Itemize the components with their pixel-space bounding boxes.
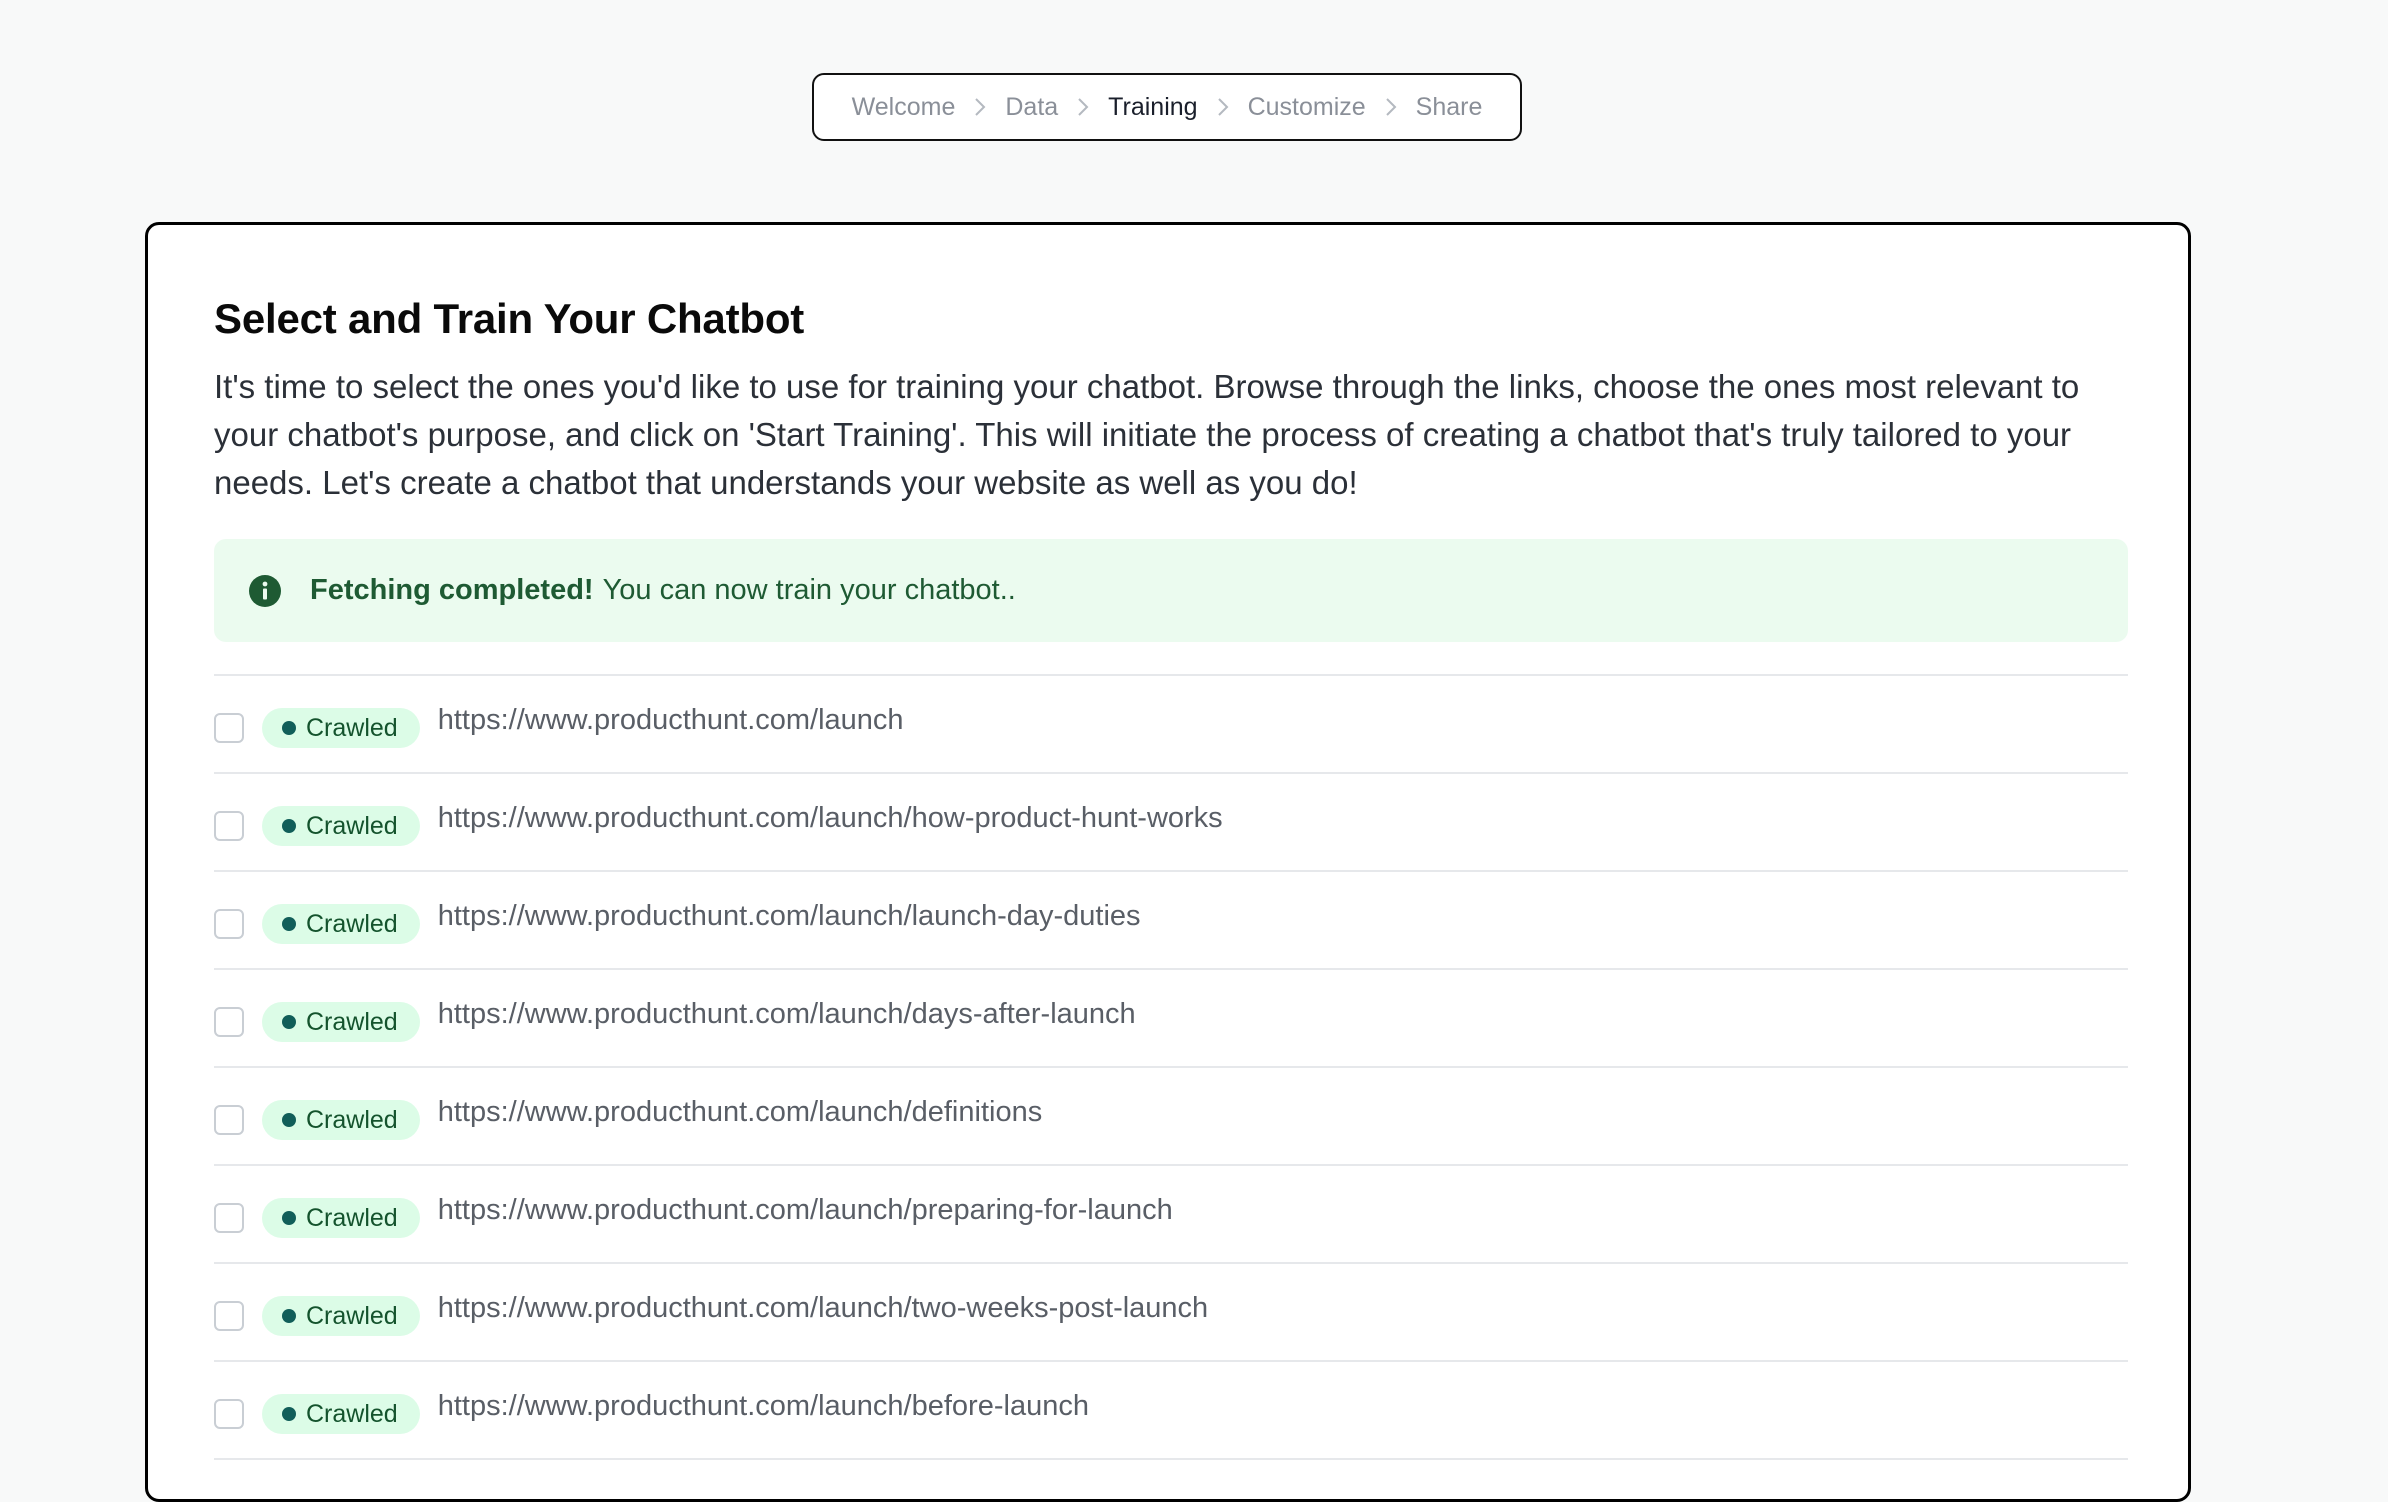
- status-label: Crawled: [306, 1399, 398, 1428]
- link-checkbox[interactable]: [214, 1105, 244, 1135]
- status-dot-icon: [282, 1309, 296, 1323]
- alert-message: You can now train your chatbot..: [602, 574, 1016, 606]
- link-checkbox[interactable]: [214, 1007, 244, 1037]
- step-training[interactable]: Training: [1106, 93, 1199, 122]
- link-url[interactable]: https://www.producthunt.com/launch: [438, 704, 904, 737]
- step-data[interactable]: Data: [1003, 93, 1060, 122]
- page-description: It's time to select the ones you'd like …: [214, 368, 2080, 501]
- link-url[interactable]: https://www.producthunt.com/launch/two-w…: [438, 1292, 1208, 1325]
- link-checkbox[interactable]: [214, 713, 244, 743]
- link-checkbox[interactable]: [214, 1203, 244, 1233]
- link-url[interactable]: https://www.producthunt.com/launch/prepa…: [438, 1194, 1173, 1227]
- chevron-right-icon: [969, 96, 991, 118]
- list-item[interactable]: Crawled https://www.producthunt.com/laun…: [214, 872, 2128, 970]
- chevron-right-icon: [1380, 96, 1402, 118]
- status-label: Crawled: [306, 811, 398, 840]
- link-checkbox[interactable]: [214, 811, 244, 841]
- link-url[interactable]: https://www.producthunt.com/launch/launc…: [438, 900, 1141, 933]
- link-checkbox[interactable]: [214, 909, 244, 939]
- alert-title: Fetching completed!: [310, 574, 594, 606]
- list-item[interactable]: Crawled https://www.producthunt.com/laun…: [214, 1068, 2128, 1166]
- status-label: Crawled: [306, 713, 398, 742]
- step-share[interactable]: Share: [1414, 93, 1485, 122]
- info-icon: [248, 574, 282, 608]
- link-checkbox[interactable]: [214, 1399, 244, 1429]
- status-badge: Crawled: [262, 904, 420, 944]
- status-label: Crawled: [306, 1301, 398, 1330]
- chevron-right-icon: [1072, 96, 1094, 118]
- step-welcome[interactable]: Welcome: [850, 93, 958, 122]
- link-url[interactable]: https://www.producthunt.com/launch/defin…: [438, 1096, 1043, 1129]
- status-dot-icon: [282, 721, 296, 735]
- fetch-status-alert: Fetching completed! You can now train yo…: [214, 539, 2128, 642]
- status-badge: Crawled: [262, 1296, 420, 1336]
- progress-stepper: Welcome Data Training Customize Share: [812, 73, 1522, 141]
- link-url[interactable]: https://www.producthunt.com/launch/how-p…: [438, 802, 1223, 835]
- link-list: Crawled https://www.producthunt.com/laun…: [214, 674, 2128, 1460]
- list-item[interactable]: Crawled https://www.producthunt.com/laun…: [214, 676, 2128, 774]
- link-url[interactable]: https://www.producthunt.com/launch/befor…: [438, 1390, 1089, 1423]
- status-badge: Crawled: [262, 1198, 420, 1238]
- page-title: Select and Train Your Chatbot: [214, 295, 805, 342]
- status-badge: Crawled: [262, 806, 420, 846]
- status-badge: Crawled: [262, 708, 420, 748]
- list-item[interactable]: Crawled https://www.producthunt.com/laun…: [214, 1264, 2128, 1362]
- list-item[interactable]: Crawled https://www.producthunt.com/laun…: [214, 1166, 2128, 1264]
- status-label: Crawled: [306, 1105, 398, 1134]
- list-item[interactable]: Crawled https://www.producthunt.com/laun…: [214, 774, 2128, 872]
- status-dot-icon: [282, 1015, 296, 1029]
- status-dot-icon: [282, 1407, 296, 1421]
- status-badge: Crawled: [262, 1002, 420, 1042]
- status-label: Crawled: [306, 1203, 398, 1232]
- step-customize[interactable]: Customize: [1246, 93, 1368, 122]
- list-item[interactable]: Crawled https://www.producthunt.com/laun…: [214, 970, 2128, 1068]
- status-badge: Crawled: [262, 1100, 420, 1140]
- status-dot-icon: [282, 819, 296, 833]
- link-checkbox[interactable]: [214, 1301, 244, 1331]
- status-badge: Crawled: [262, 1394, 420, 1434]
- status-dot-icon: [282, 917, 296, 931]
- status-dot-icon: [282, 1211, 296, 1225]
- link-url[interactable]: https://www.producthunt.com/launch/days-…: [438, 998, 1136, 1031]
- training-card: Select and Train Your Chatbot It's time …: [145, 222, 2191, 1502]
- list-item[interactable]: Crawled https://www.producthunt.com/laun…: [214, 1362, 2128, 1460]
- status-label: Crawled: [306, 909, 398, 938]
- chevron-right-icon: [1212, 96, 1234, 118]
- status-dot-icon: [282, 1113, 296, 1127]
- status-label: Crawled: [306, 1007, 398, 1036]
